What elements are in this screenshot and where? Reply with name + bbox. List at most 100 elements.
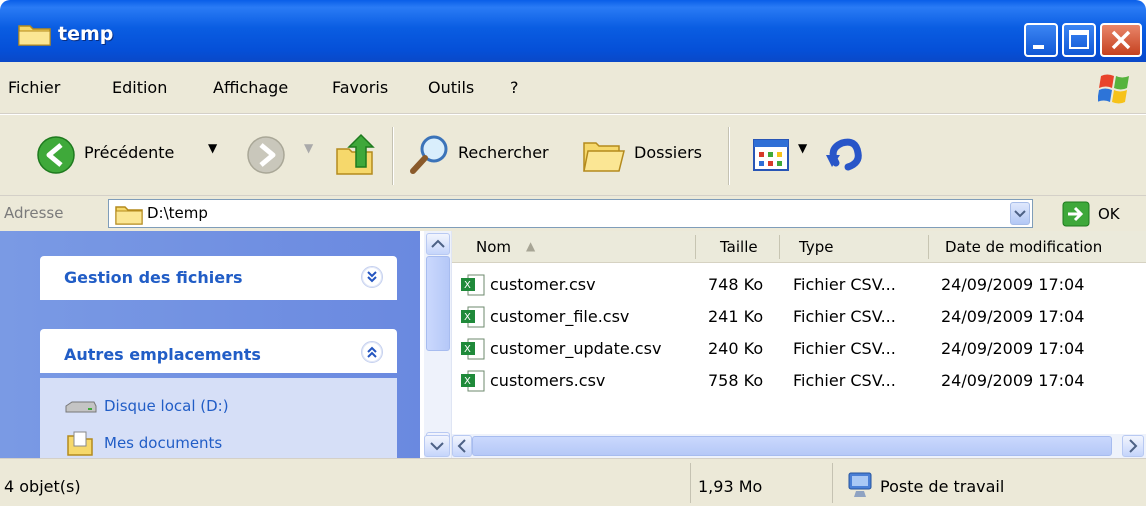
collapse-chevron-icon[interactable] — [361, 341, 383, 363]
menu-edition[interactable]: Edition — [112, 78, 167, 97]
file-date: 24/09/2009 17:04 — [941, 371, 1085, 390]
excel-file-icon: X — [461, 370, 485, 392]
svg-text:X: X — [464, 344, 471, 355]
column-divider[interactable] — [928, 235, 929, 259]
file-name: customer.csv — [490, 275, 596, 294]
chevron-down-icon — [1014, 210, 1026, 218]
menu-fichier[interactable]: Fichier — [8, 78, 60, 97]
minimize-button[interactable] — [1024, 23, 1058, 57]
documents-icon — [67, 431, 93, 456]
title-bar[interactable]: temp — [0, 0, 1146, 62]
go-button[interactable]: OK — [1098, 205, 1120, 223]
status-separator — [832, 463, 833, 503]
scroll-corner-down-button[interactable] — [424, 435, 450, 457]
forward-arrow-icon[interactable] — [246, 135, 286, 175]
folders-icon[interactable] — [582, 135, 626, 175]
minimize-icon — [1033, 45, 1044, 49]
toolbar: Précédente ▼ ▼ Rechercher Dossiers ▼ — [0, 115, 1146, 196]
maximize-icon — [1069, 30, 1089, 49]
file-tasks-title: Gestion des fichiers — [64, 268, 243, 287]
toolbar-separator — [392, 127, 394, 185]
forward-dropdown-icon[interactable]: ▼ — [304, 141, 313, 155]
column-divider[interactable] — [779, 235, 780, 259]
address-bar: Adresse D:\temp OK — [0, 196, 1146, 231]
views-dropdown-icon[interactable]: ▼ — [798, 141, 807, 155]
expand-chevron-icon[interactable] — [361, 266, 383, 288]
status-total-size: 1,93 Mo — [698, 477, 763, 496]
file-type: Fichier CSV... — [793, 339, 896, 358]
undo-icon[interactable] — [822, 133, 866, 173]
close-button[interactable] — [1100, 23, 1142, 57]
scroll-right-button[interactable] — [1122, 435, 1144, 457]
column-name[interactable]: Nom — [476, 238, 511, 256]
file-date: 24/09/2009 17:04 — [941, 307, 1085, 326]
svg-text:X: X — [464, 312, 471, 323]
column-divider[interactable] — [695, 235, 696, 259]
status-object-count: 4 objet(s) — [4, 477, 81, 496]
folder-icon — [115, 206, 143, 225]
excel-file-icon: X — [461, 274, 485, 296]
menu-help[interactable]: ? — [510, 78, 519, 97]
file-size: 241 Ko — [708, 307, 764, 326]
place-my-documents[interactable]: Mes documents — [104, 434, 222, 452]
file-name: customer_update.csv — [490, 339, 662, 358]
chevron-up-icon — [431, 239, 445, 248]
search-icon[interactable] — [408, 133, 452, 177]
vertical-scrollbar[interactable] — [424, 231, 452, 458]
back-dropdown-icon[interactable]: ▼ — [208, 141, 217, 155]
menu-outils[interactable]: Outils — [428, 78, 474, 97]
address-field[interactable]: D:\temp — [108, 199, 1033, 228]
column-type[interactable]: Type — [799, 238, 833, 256]
address-value: D:\temp — [147, 204, 208, 222]
menu-favoris[interactable]: Favoris — [332, 78, 388, 97]
status-separator — [690, 463, 691, 503]
file-date: 24/09/2009 17:04 — [941, 339, 1085, 358]
horizontal-scrollbar[interactable] — [424, 434, 1146, 458]
window-title: temp — [58, 23, 114, 45]
address-dropdown-button[interactable] — [1010, 202, 1030, 225]
file-size: 240 Ko — [708, 339, 764, 358]
file-name: customer_file.csv — [490, 307, 630, 326]
close-icon — [1111, 30, 1131, 50]
other-places-title: Autres emplacements — [64, 345, 261, 364]
svg-text:X: X — [464, 376, 471, 387]
vertical-scroll-thumb[interactable] — [426, 256, 450, 351]
excel-file-icon: X — [461, 338, 485, 360]
windows-logo-icon — [1098, 74, 1129, 104]
other-places-header[interactable]: Autres emplacements — [40, 329, 397, 373]
menu-bar: Fichier Edition Affichage Favoris Outils… — [0, 62, 1146, 114]
other-places-list: Disque local (D:) Mes documents — [40, 378, 397, 458]
maximize-button[interactable] — [1062, 23, 1096, 57]
menu-affichage[interactable]: Affichage — [213, 78, 288, 97]
toolbar-separator — [728, 127, 730, 185]
horizontal-scroll-thumb[interactable] — [472, 436, 1112, 456]
file-row[interactable]: X customers.csv 758 Ko Fichier CSV... 24… — [452, 366, 1146, 396]
folders-button[interactable]: Dossiers — [634, 143, 702, 162]
search-button[interactable]: Rechercher — [458, 143, 549, 162]
file-row[interactable]: X customer.csv 748 Ko Fichier CSV... 24/… — [452, 270, 1146, 300]
column-size[interactable]: Taille — [720, 238, 758, 256]
excel-file-icon: X — [461, 306, 485, 328]
svg-text:X: X — [464, 280, 471, 291]
file-date: 24/09/2009 17:04 — [941, 275, 1085, 294]
back-button[interactable]: Précédente — [84, 143, 174, 162]
chevron-left-icon — [457, 439, 466, 453]
file-row[interactable]: X customer_update.csv 240 Ko Fichier CSV… — [452, 334, 1146, 364]
go-arrow-icon[interactable] — [1062, 201, 1090, 227]
file-tasks-header[interactable]: Gestion des fichiers — [40, 256, 397, 300]
folder-up-icon[interactable] — [334, 133, 376, 177]
computer-icon — [848, 472, 872, 497]
back-arrow-icon[interactable] — [36, 135, 76, 175]
file-row[interactable]: X customer_file.csv 241 Ko Fichier CSV..… — [452, 302, 1146, 332]
file-type: Fichier CSV... — [793, 371, 896, 390]
views-icon[interactable] — [752, 137, 792, 173]
chevron-right-icon — [1129, 439, 1138, 453]
place-local-disk[interactable]: Disque local (D:) — [104, 397, 229, 415]
file-type: Fichier CSV... — [793, 275, 896, 294]
column-date[interactable]: Date de modification — [945, 238, 1102, 256]
scroll-left-button[interactable] — [452, 435, 472, 457]
status-bar: 4 objet(s) 1,93 Mo Poste de travail — [0, 458, 1146, 506]
status-location: Poste de travail — [880, 477, 1005, 496]
file-name: customers.csv — [490, 371, 606, 390]
scroll-up-button[interactable] — [426, 233, 450, 255]
